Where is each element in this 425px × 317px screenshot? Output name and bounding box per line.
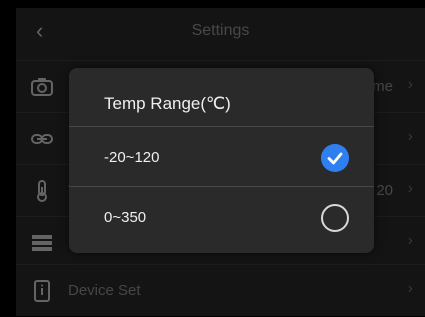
- divider: [69, 186, 374, 187]
- option-range-minus20-120[interactable]: -20~120: [69, 128, 374, 186]
- option-label: -20~120: [104, 149, 160, 166]
- checkmark-selected-icon[interactable]: [321, 144, 349, 172]
- temp-range-dialog: Temp Range(℃) -20~120 0~350: [69, 68, 374, 253]
- option-range-0-350[interactable]: 0~350: [69, 188, 374, 246]
- option-label: 0~350: [104, 209, 147, 226]
- divider: [69, 126, 374, 127]
- dialog-title: Temp Range(℃): [104, 94, 231, 113]
- radio-unselected-icon[interactable]: [321, 204, 349, 232]
